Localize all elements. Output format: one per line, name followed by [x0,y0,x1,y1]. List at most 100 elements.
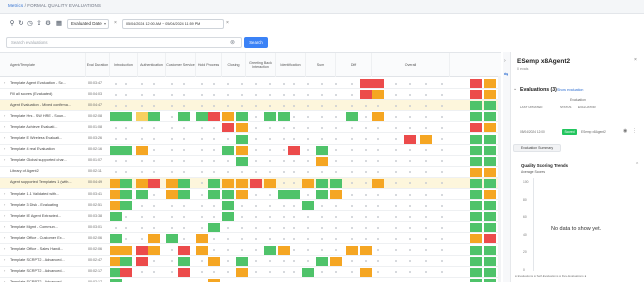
settings-icon[interactable]: ⚙ [44,20,52,28]
close-icon[interactable]: × [634,57,637,63]
score-cell[interactable] [360,90,372,100]
overall-delta-cell[interactable] [484,145,496,155]
chevron-right-icon[interactable]: › [4,258,5,262]
score-cell[interactable] [120,267,132,277]
chevron-right-icon[interactable]: › [4,236,5,240]
evaluation-summary-button[interactable]: Evaluation Summary [513,144,561,152]
show-evaluation-link[interactable]: Show evaluation [557,88,583,92]
score-cell[interactable] [360,245,372,255]
chevron-right-icon[interactable]: › [4,125,5,129]
overall-delta-cell[interactable] [484,101,496,111]
score-cell[interactable] [264,112,276,122]
table-row[interactable]: › Template Agent Evaluation - Sc... 00:03:… [0,78,501,90]
score-cell[interactable] [316,190,328,199]
overall-delta-cell[interactable] [484,212,496,222]
link-icon[interactable]: ⇆ [504,72,508,78]
overall-cell[interactable] [470,201,482,211]
date-range-field[interactable]: 05/04/2024 12:00 AM ~ 05/04/2024 11:59 P… [122,19,224,29]
chevron-right-icon[interactable]: › [4,81,5,85]
table-row[interactable]: › Template Mgmt - Commun... 00:03:01 [0,222,501,234]
score-cell[interactable] [302,267,314,277]
score-cell[interactable] [136,145,148,155]
overall-delta-cell[interactable] [484,123,496,133]
eye-icon[interactable]: ◉ [623,128,627,134]
score-cell[interactable] [208,256,220,266]
score-cell[interactable] [330,256,342,266]
overall-cell[interactable] [470,245,482,255]
overall-cell[interactable] [470,223,482,233]
table-row[interactable]: › Template Global supported char... 00:01:… [0,156,501,167]
score-cell[interactable] [166,178,178,188]
score-cell[interactable] [178,178,190,188]
table-row[interactable]: › Template Office - Customer Ex... 00:02:0… [0,233,501,245]
score-cell[interactable] [360,79,372,88]
score-cell[interactable] [236,112,248,122]
score-cell[interactable] [110,234,122,244]
score-cell[interactable] [178,112,190,122]
chevron-right-icon[interactable]: › [4,203,5,207]
score-cell[interactable] [166,190,178,199]
table-row[interactable]: › Template 4 real Evaluation 00:02:16 [0,145,501,156]
score-cell[interactable] [178,190,190,199]
chevron-right-icon[interactable]: › [4,225,5,229]
chevron-right-icon[interactable]: › [4,247,5,251]
chevron-up-icon[interactable]: ⌃ [635,162,639,168]
score-cell[interactable] [236,190,248,199]
evaluation-date[interactable]: 05/04/2024 12:00 [520,130,545,134]
score-cell[interactable] [136,178,148,188]
grid-scrollbar[interactable] [498,76,501,282]
score-cell[interactable] [222,212,234,222]
overall-delta-cell[interactable] [484,190,496,199]
score-cell[interactable] [178,267,190,277]
table-row[interactable]: › Template E Wireless Evaluati... 00:03:26 [0,134,501,145]
chevron-right-icon[interactable]: › [4,269,5,273]
score-cell[interactable] [120,145,132,155]
column-header[interactable]: Overall [372,53,450,77]
overall-cell[interactable] [470,256,482,266]
score-cell[interactable] [372,112,384,122]
score-cell[interactable] [178,256,190,266]
overall-delta-cell[interactable] [484,156,496,166]
overall-cell[interactable] [470,267,482,277]
score-cell[interactable] [372,79,384,88]
columns-icon[interactable]: ▦ [55,20,63,28]
score-cell[interactable] [208,223,220,233]
search-input[interactable]: Search evaluations ⊗ [6,37,242,48]
score-cell[interactable] [302,178,314,188]
score-cell[interactable] [346,112,358,122]
score-cell[interactable] [222,201,234,211]
score-cell[interactable] [236,267,248,277]
score-cell[interactable] [148,112,160,122]
chevron-right-icon[interactable]: › [4,114,5,118]
score-cell[interactable] [196,234,208,244]
overall-cell[interactable] [470,145,482,155]
column-header[interactable]: Customer Service [166,53,196,77]
chevron-right-icon[interactable]: › [4,147,5,151]
score-cell[interactable] [136,112,148,122]
chevron-down-icon[interactable]: ⌄ [513,86,517,92]
table-row[interactable]: › Template 1.1 Validated with... 00:03:41 [0,189,501,201]
score-cell[interactable] [222,145,234,155]
overall-delta-cell[interactable] [484,178,496,188]
export-icon[interactable]: ⇪ [35,20,43,28]
column-header[interactable]: Sum [306,53,336,77]
table-row[interactable]: › Template Office - Sales Handl... 00:02:0… [0,245,501,256]
score-cell[interactable] [136,245,148,255]
overall-cell[interactable] [470,90,482,100]
score-cell[interactable] [208,190,220,199]
score-cell[interactable] [120,190,132,199]
score-cell[interactable] [196,112,208,122]
more-icon[interactable]: ⋮ [632,128,637,134]
score-cell[interactable] [236,256,248,266]
chevron-right-icon[interactable]: › [4,158,5,162]
score-cell[interactable] [208,178,220,188]
overall-delta-cell[interactable] [484,267,496,277]
column-header[interactable]: Hold Process [196,53,222,77]
score-cell[interactable] [120,178,132,188]
score-cell[interactable] [316,178,328,188]
score-cell[interactable] [236,123,248,133]
table-row[interactable]: › Template SCRPT2 - Advanced... 00:02:17 [0,267,501,278]
score-cell[interactable] [148,234,160,244]
score-cell[interactable] [208,112,220,122]
score-cell[interactable] [264,245,276,255]
